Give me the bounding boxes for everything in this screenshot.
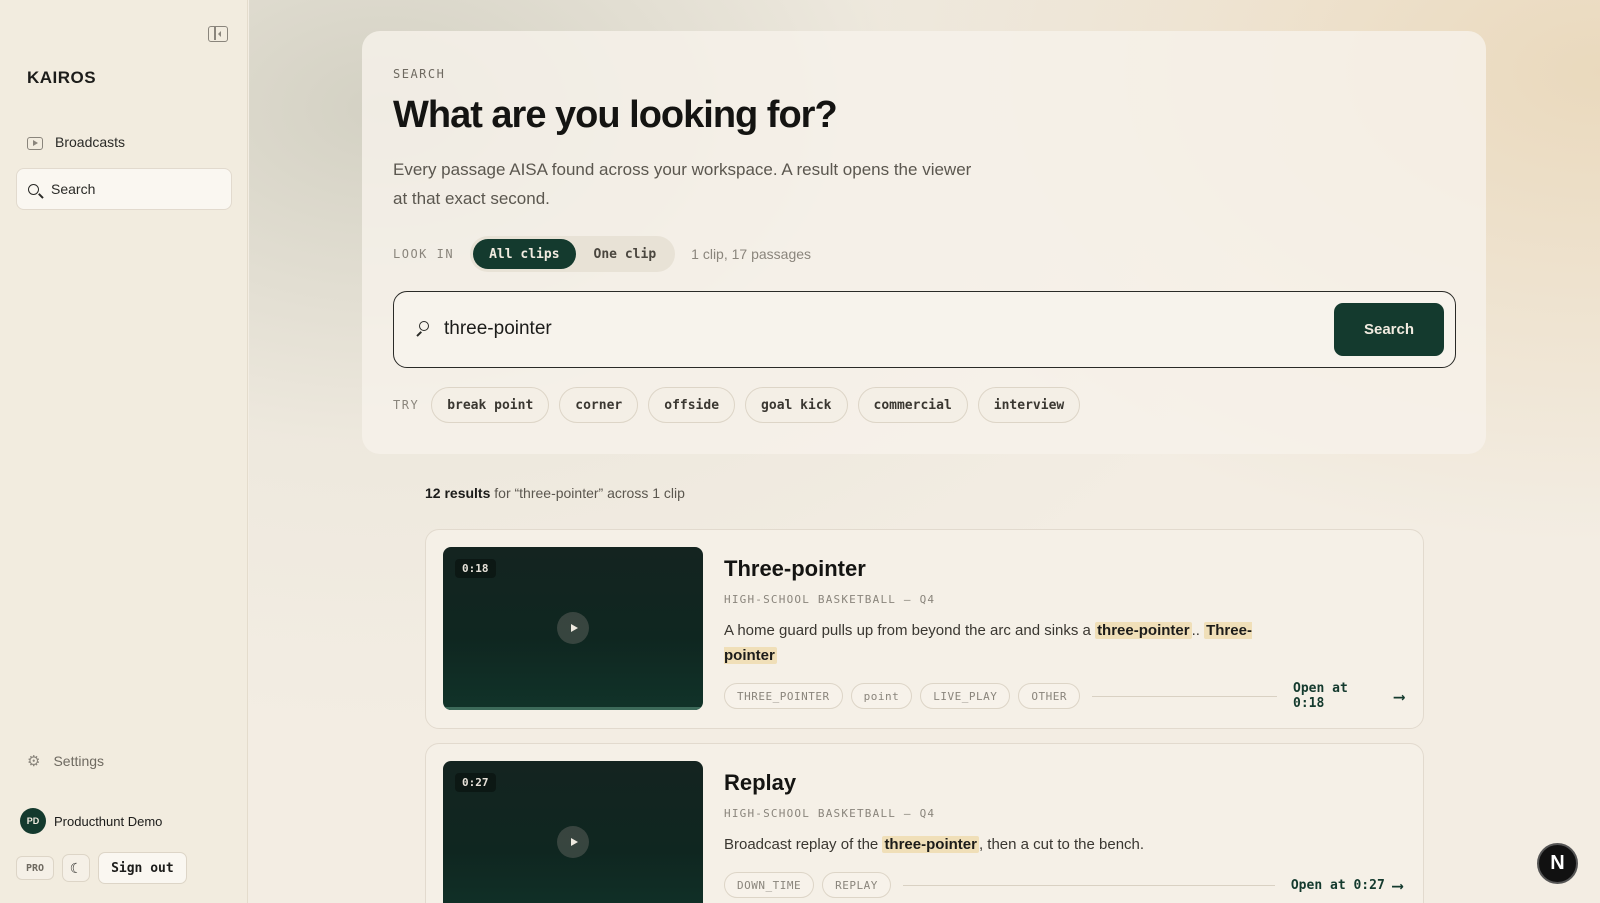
try-label: TRY xyxy=(393,398,420,412)
snippet-text: , then a cut to the bench. xyxy=(978,836,1145,853)
result-tag: THREE_POINTER xyxy=(724,683,843,709)
open-at-link[interactable]: Open at 0:18 ⟶ xyxy=(1293,681,1404,711)
plan-badge: PRO xyxy=(16,856,55,880)
open-at-label: Open at 0:27 xyxy=(1290,877,1385,893)
sidebar-item-settings[interactable]: ⚙ Settings xyxy=(27,752,104,770)
user-name: Producthunt Demo xyxy=(54,813,163,829)
section-eyebrow: SEARCH xyxy=(393,67,446,81)
snippet-text: .. xyxy=(1191,622,1205,639)
suggestion-chips: TRY break point corner offside goal kick… xyxy=(393,387,1081,423)
result-title: Replay xyxy=(724,770,797,795)
suggestion-chip[interactable]: corner xyxy=(559,387,639,423)
results-summary-text: for “three-pointer” across 1 clip xyxy=(490,485,685,501)
search-icon xyxy=(28,184,39,195)
divider xyxy=(1091,695,1277,697)
result-tag: LIVE_PLAY xyxy=(920,683,1011,709)
avatar: PD xyxy=(20,808,46,834)
result-meta: HIGH-SCHOOL BASKETBALL — Q4 xyxy=(724,807,936,820)
user-profile[interactable]: PD Producthunt Demo xyxy=(20,808,162,834)
suggestion-chip[interactable]: commercial xyxy=(857,387,968,423)
result-snippet: Broadcast replay of the three-pointer, t… xyxy=(724,832,1284,857)
result-meta: HIGH-SCHOOL BASKETBALL — Q4 xyxy=(724,593,936,606)
results-count: 12 results xyxy=(425,485,491,501)
search-icon xyxy=(416,321,430,337)
play-icon[interactable] xyxy=(557,826,589,858)
result-tags: THREE_POINTER point LIVE_PLAY OTHER Open… xyxy=(724,681,1404,711)
page-description: Every passage AISA found across your wor… xyxy=(393,160,972,208)
search-button[interactable]: Search xyxy=(1334,303,1444,356)
video-thumbnail[interactable]: 0:18 xyxy=(443,547,703,710)
result-snippet: A home guard pulls up from beyond the ar… xyxy=(724,618,1284,668)
video-thumbnail[interactable]: 0:27 xyxy=(443,761,703,903)
sidebar-item-search[interactable]: Search xyxy=(16,168,232,210)
result-tag: REPLAY xyxy=(822,872,891,898)
result-tags: DOWN_TIME REPLAY Open at 0:27 ⟶ xyxy=(724,872,1404,898)
brand-logo: KAIROS xyxy=(27,68,97,87)
suggestion-chip[interactable]: break point xyxy=(431,387,550,423)
scope-selector: LOOK IN All clips One clip 1 clip, 17 pa… xyxy=(393,236,811,272)
floating-action-button[interactable]: N xyxy=(1537,843,1578,884)
scope-count: 1 clip, 17 passages xyxy=(691,246,812,262)
snippet-highlight: three-pointer xyxy=(1095,622,1192,639)
suggestion-chip[interactable]: interview xyxy=(977,387,1081,423)
result-tag: point xyxy=(850,683,913,709)
results-summary: 12 results for “three-pointer” across 1 … xyxy=(425,485,685,501)
theme-toggle-moon-icon[interactable]: ☾ xyxy=(62,854,91,882)
search-input-box[interactable]: three-pointer Search xyxy=(393,291,1456,368)
broadcast-icon xyxy=(27,136,43,150)
sidebar: KAIROS Broadcasts Search ⚙ Settings PD P… xyxy=(0,0,248,903)
result-tag: DOWN_TIME xyxy=(724,872,815,898)
settings-label: Settings xyxy=(53,753,105,769)
scope-one-clip-button[interactable]: One clip xyxy=(578,239,673,269)
sidebar-item-label: Broadcasts xyxy=(55,134,126,150)
sidebar-item-label: Search xyxy=(51,181,96,197)
arrow-right-icon: ⟶ xyxy=(1394,686,1404,706)
look-in-label: LOOK IN xyxy=(393,247,455,261)
thumbnail-timecode: 0:27 xyxy=(455,773,496,792)
snippet-text: Broadcast replay of the xyxy=(724,836,883,853)
sidebar-item-broadcasts[interactable]: Broadcasts xyxy=(16,121,232,163)
result-tag: OTHER xyxy=(1018,683,1080,709)
result-card[interactable]: 0:27 Replay HIGH-SCHOOL BASKETBALL — Q4 … xyxy=(425,743,1424,903)
open-at-link[interactable]: Open at 0:27 ⟶ xyxy=(1291,876,1403,895)
search-panel: SEARCH What are you looking for? Every p… xyxy=(362,31,1486,454)
search-input[interactable]: three-pointer xyxy=(444,318,552,340)
result-card[interactable]: 0:18 Three-pointer HIGH-SCHOOL BASKETBAL… xyxy=(425,529,1424,729)
sign-out-button[interactable]: Sign out xyxy=(98,852,187,884)
open-at-label: Open at 0:18 xyxy=(1293,681,1348,711)
suggestion-chip[interactable]: offside xyxy=(648,387,736,423)
play-icon[interactable] xyxy=(557,612,589,644)
sidebar-collapse-icon[interactable] xyxy=(208,26,228,42)
snippet-highlight: three-pointer xyxy=(882,836,979,853)
sidebar-footer: PRO ☾ Sign out xyxy=(16,852,187,884)
page-title: What are you looking for? xyxy=(393,94,838,136)
arrow-right-icon: ⟶ xyxy=(1392,875,1403,895)
divider xyxy=(902,884,1275,886)
suggestion-chip[interactable]: goal kick xyxy=(745,387,848,423)
scope-all-clips-button[interactable]: All clips xyxy=(473,239,576,269)
result-title: Three-pointer xyxy=(724,556,866,581)
scope-segmented-control: All clips One clip xyxy=(470,236,676,272)
snippet-text: A home guard pulls up from beyond the ar… xyxy=(724,622,1096,639)
gear-icon: ⚙ xyxy=(27,753,41,770)
thumbnail-timecode: 0:18 xyxy=(455,559,496,578)
